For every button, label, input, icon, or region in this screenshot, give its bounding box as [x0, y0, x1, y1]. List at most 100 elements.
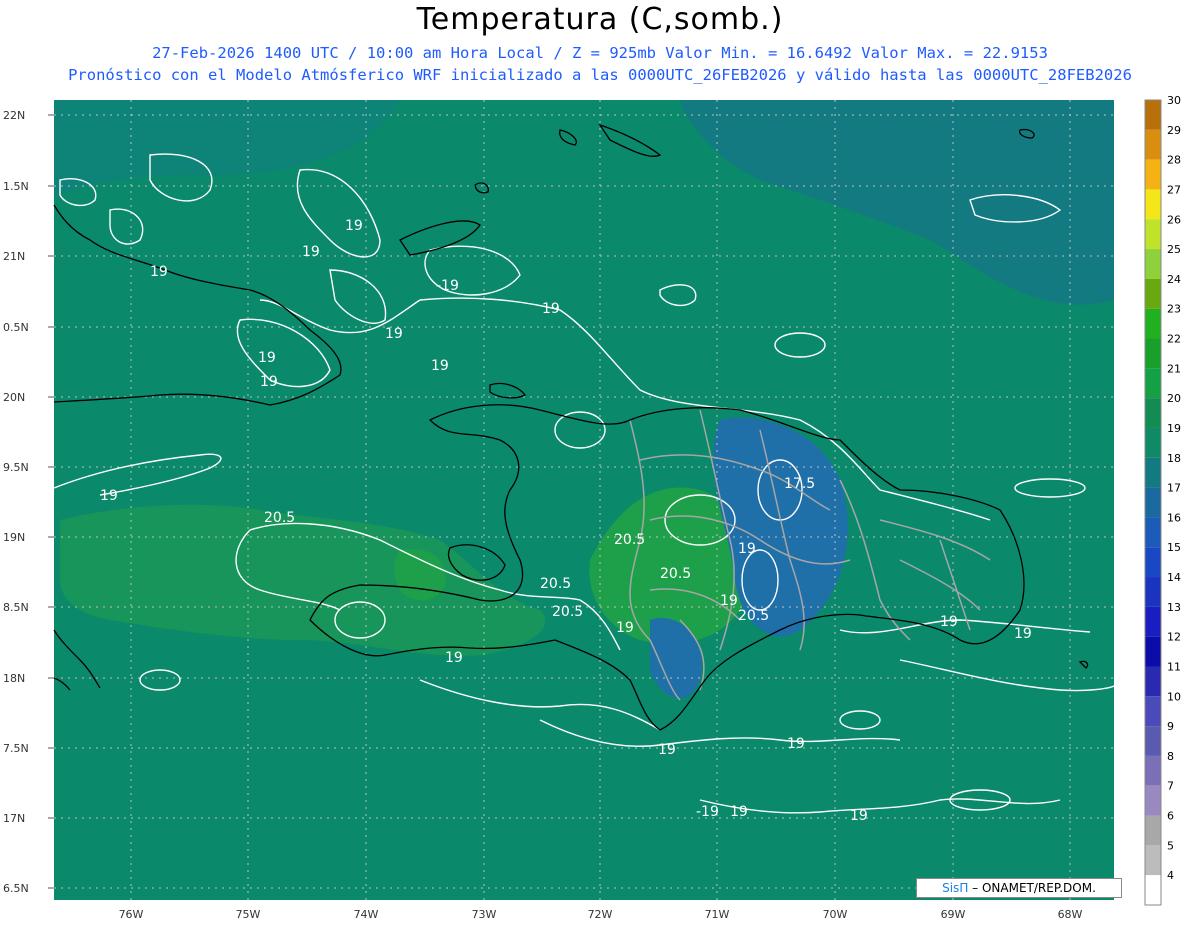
colorbar-swatch	[1145, 726, 1161, 756]
colorbar-label: 10	[1167, 690, 1181, 703]
colorbar-label: 26	[1167, 213, 1181, 226]
colorbar-label: 4	[1167, 869, 1174, 882]
colorbar-swatch	[1145, 189, 1161, 220]
lon-label: 74W	[354, 908, 379, 921]
colorbar-swatch	[1145, 338, 1161, 369]
contour-label: 19	[738, 541, 756, 557]
colorbar-label: 19	[1167, 422, 1181, 435]
colorbar-swatch	[1145, 636, 1161, 667]
colorbar-swatch	[1145, 308, 1161, 339]
colorbar-label: 9	[1167, 720, 1174, 733]
lat-label: 20N	[3, 391, 25, 404]
colorbar-swatch	[1145, 100, 1161, 130]
contour-label: 19	[850, 808, 868, 824]
colorbar-label: 27	[1167, 183, 1181, 196]
colorbar-label: 22	[1167, 333, 1181, 346]
lat-label: 6.5N	[3, 882, 29, 895]
lat-label: 22N	[3, 109, 25, 122]
colorbar-swatch	[1145, 875, 1161, 905]
lat-label: 7.5N	[3, 742, 29, 755]
contour-label: 19	[260, 374, 278, 390]
colorbar-label: 20	[1167, 392, 1181, 405]
contour-label: 19	[345, 218, 363, 234]
colorbar-label: 21	[1167, 362, 1181, 375]
contour-label: 19	[1014, 626, 1032, 642]
lon-label: 73W	[472, 908, 497, 921]
lon-label: 70W	[823, 908, 848, 921]
lon-label: 72W	[588, 908, 613, 921]
colorbar-label: 15	[1167, 541, 1181, 554]
lat-label: 0.5N	[3, 321, 29, 334]
contour-label: 19	[720, 593, 738, 609]
contour-label: 19	[616, 620, 634, 636]
colorbar-swatch	[1145, 517, 1161, 548]
contour-label: 20.5	[552, 604, 583, 620]
colorbar-swatch	[1145, 666, 1161, 697]
lon-label: 71W	[705, 908, 730, 921]
longitude-labels: 76W 75W 74W 73W 72W 71W 70W 69W 68W	[119, 908, 1083, 921]
colorbar-swatch	[1145, 398, 1161, 428]
axis-ticks	[48, 114, 54, 889]
colorbar-label: 14	[1167, 571, 1181, 584]
colorbar-swatch	[1145, 845, 1161, 876]
contour-label: 20.5	[264, 510, 295, 526]
colorbar-swatch	[1145, 249, 1161, 279]
contour-label: 20.5	[540, 576, 571, 592]
lat-label: 9.5N	[3, 461, 29, 474]
colorbar-label: 25	[1167, 243, 1181, 256]
colorbar-label: 6	[1167, 810, 1174, 823]
weather-map: 19 19 19 -19 19 19 19 19 19 19 20.5 20.5…	[3, 94, 1181, 921]
lon-label: 75W	[236, 908, 261, 921]
colorbar-swatch	[1145, 815, 1161, 846]
lat-label: 18N	[3, 672, 25, 685]
colorbar-swatch	[1145, 785, 1161, 816]
colorbar-label: 30	[1167, 94, 1181, 107]
lat-label: 19N	[3, 531, 25, 544]
contour-label: -19	[436, 278, 459, 294]
lat-label: 17N	[3, 812, 25, 825]
contour-label: 19	[258, 350, 276, 366]
contour-label: 19	[940, 614, 958, 630]
colorbar-label: 28	[1167, 154, 1181, 167]
contour-label: 19	[542, 301, 560, 317]
colorbar-swatch	[1145, 368, 1161, 399]
colorbar-swatch	[1145, 755, 1161, 786]
colorbar-label: 24	[1167, 273, 1181, 286]
colorbar-swatch	[1145, 457, 1161, 488]
colorbar-label: 17	[1167, 482, 1181, 495]
lat-label: 1.5N	[3, 180, 29, 193]
contour-label: 17.5	[784, 476, 815, 492]
colorbar-swatch	[1145, 606, 1161, 637]
colorbar-label: 16	[1167, 511, 1181, 524]
contour-label: 19	[385, 326, 403, 342]
contour-label: 19	[150, 264, 168, 280]
colorbar-swatch	[1145, 487, 1161, 518]
contour-label: 19	[787, 736, 805, 752]
lat-label: 21N	[3, 250, 25, 263]
colorbar-label: 11	[1167, 660, 1181, 673]
colorbar-label: 12	[1167, 631, 1181, 644]
colorbar-label: 7	[1167, 780, 1174, 793]
contour-label: 19	[100, 488, 118, 504]
lon-label: 68W	[1058, 908, 1083, 921]
credit-box: SisΠ – ONAMET/REP.DOM.	[916, 878, 1122, 898]
latitude-labels: 22N 1.5N 21N 0.5N 20N 9.5N 19N 8.5N 18N …	[3, 109, 29, 895]
contour-label: 19	[730, 804, 748, 820]
credit-sispi: SisΠ	[942, 881, 969, 895]
colorbar-swatch	[1145, 219, 1161, 250]
colorbar-label: 23	[1167, 303, 1181, 316]
colorbar-label: 18	[1167, 452, 1181, 465]
colorbar: 30 29 28 27 26 25 24 23 22 21 20 19 18 17 16 15 14 13 12 11…	[1145, 94, 1181, 905]
lon-label: 69W	[941, 908, 966, 921]
lon-label: 76W	[119, 908, 144, 921]
colorbar-swatch	[1145, 427, 1161, 458]
contour-label: 20.5	[738, 608, 769, 624]
contour-label: 19	[445, 650, 463, 666]
colorbar-label: 13	[1167, 601, 1181, 614]
contour-label: 20.5	[660, 566, 691, 582]
colorbar-swatch	[1145, 547, 1161, 578]
colorbar-swatch	[1145, 696, 1161, 727]
contour-label: 19	[658, 742, 676, 758]
contour-label: -19	[696, 804, 719, 820]
lat-label: 8.5N	[3, 601, 29, 614]
